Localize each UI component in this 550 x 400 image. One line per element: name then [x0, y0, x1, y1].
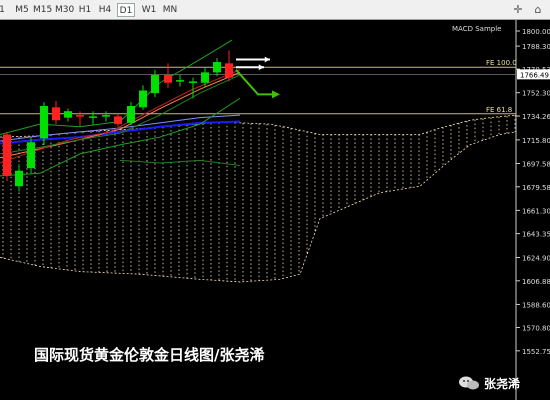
projection-arrow-green [235, 69, 278, 96]
candle-body [201, 72, 209, 83]
crosshair-icon[interactable]: ✛ [510, 2, 526, 18]
timeframe-w1[interactable]: W1 [141, 3, 157, 17]
candle-body [3, 134, 11, 176]
indicator-label: MACD Sample [452, 25, 501, 33]
candle-body [27, 142, 35, 169]
cloud-edge [0, 131, 517, 283]
price-label: 1788.30 [522, 43, 550, 51]
current-price-label: 1766.49 [520, 71, 549, 79]
candle-body [15, 170, 23, 187]
candle-body [127, 106, 135, 123]
chart-watermark: 国际现货黄金伦敦金日线图/张尧浠 [34, 346, 265, 364]
timeframe-toolbar: 1 M5 M15 M30 H1 H4 D1 W1 MN ✛ ⌂ [0, 0, 550, 20]
fe-label: FE 100.0 [486, 59, 517, 67]
object-icon[interactable]: ⌂ [530, 2, 546, 18]
projection-arrow-green-head [272, 90, 280, 99]
candle-body [102, 115, 110, 117]
price-label: 1800.00 [522, 28, 550, 36]
wechat-icon [459, 376, 479, 390]
brand-name: 张尧浠 [484, 377, 521, 391]
bollinger-mid [0, 74, 241, 155]
candle-body [225, 63, 233, 78]
price-label: 1606.88 [522, 278, 550, 286]
candle-body [176, 80, 184, 82]
candle-body [164, 74, 172, 83]
timeframe-h4[interactable]: H4 [97, 3, 113, 17]
bollinger-lower [0, 97, 241, 177]
price-chart: 1800.001788.301770.531752.301734.261715.… [0, 20, 550, 400]
lagging-line [119, 159, 241, 167]
timeframe-m5[interactable]: M5 [14, 3, 30, 17]
price-label: 1643.35 [522, 231, 550, 239]
candle-body [64, 111, 72, 118]
candle-body [89, 116, 97, 118]
price-label: 1697.58 [522, 160, 550, 168]
timeframe-1[interactable]: 1 [0, 3, 6, 17]
price-label: 1661.30 [522, 207, 550, 215]
candle-body [40, 106, 48, 139]
candle-body [76, 115, 84, 117]
price-label: 1624.90 [522, 254, 550, 262]
fe-label: FE 61.8 [486, 106, 512, 114]
timeframe-m30[interactable]: M30 [55, 3, 74, 17]
price-label: 1570.80 [522, 324, 550, 332]
candle-body [52, 107, 60, 121]
candle-body [189, 81, 197, 83]
price-label: 1679.58 [522, 184, 550, 192]
candle-body [114, 116, 122, 125]
brand-badge: 张尧浠 [458, 374, 548, 392]
timeframe-h1[interactable]: H1 [77, 3, 93, 17]
timeframe-m15[interactable]: M15 [33, 3, 52, 17]
price-label: 1752.30 [522, 90, 550, 98]
timeframe-mn[interactable]: MN [161, 3, 179, 17]
candle-body [139, 90, 147, 108]
price-label: 1715.80 [522, 137, 550, 145]
timeframe-d1[interactable]: D1 [117, 3, 135, 17]
price-label: 1552.75 [522, 348, 550, 356]
candle-body [213, 62, 221, 73]
projection-arrow-white-head [258, 64, 264, 71]
candle-body [151, 74, 159, 94]
price-label: 1588.60 [522, 301, 550, 309]
price-label: 1734.26 [522, 113, 550, 121]
projection-arrow-white-head [264, 56, 270, 63]
